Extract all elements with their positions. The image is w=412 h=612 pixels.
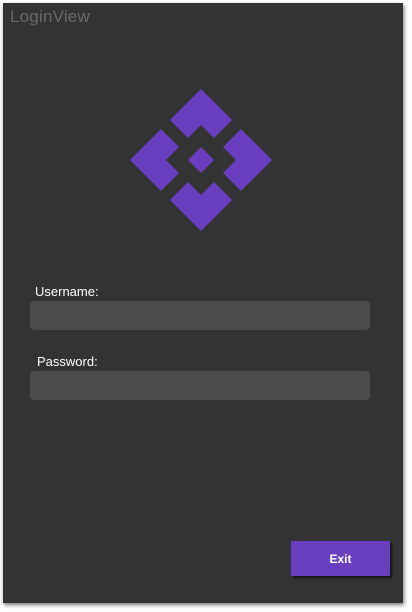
login-window: LoginView Username: Password: Exit xyxy=(3,3,403,603)
password-input[interactable] xyxy=(30,371,370,400)
window-title: LoginView xyxy=(10,7,90,26)
username-input[interactable] xyxy=(30,301,370,330)
username-label: Username: xyxy=(35,284,99,299)
diamond-grid-logo-icon xyxy=(130,89,272,231)
exit-button[interactable]: Exit xyxy=(291,541,390,576)
password-label: Password: xyxy=(37,354,98,369)
